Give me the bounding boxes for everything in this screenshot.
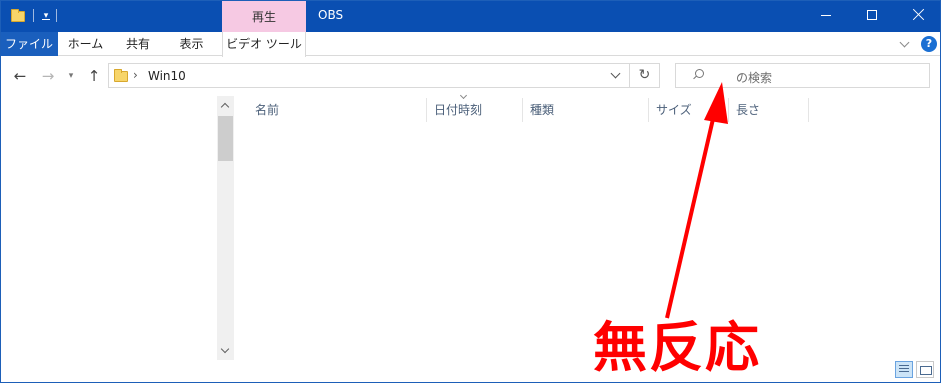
maximize-icon (867, 10, 877, 20)
navigation-scrollbar[interactable] (217, 96, 234, 360)
column-header-size[interactable]: サイズ (648, 96, 728, 124)
column-header-name[interactable]: 名前 (247, 96, 427, 124)
details-view-icon[interactable] (895, 361, 913, 378)
close-icon (912, 8, 926, 22)
close-button[interactable] (895, 0, 941, 32)
column-header-length[interactable]: 長さ (728, 96, 808, 124)
quick-access-separator (56, 9, 57, 22)
navigation-pane[interactable] (0, 96, 235, 360)
breadcrumb-separator[interactable]: › (133, 68, 138, 82)
address-bar[interactable]: › Win10 (108, 63, 630, 88)
quick-access-folder[interactable] (11, 6, 25, 26)
quick-access-separator (33, 9, 34, 22)
expand-ribbon-chevron-down-icon[interactable] (899, 38, 911, 50)
up-arrow-icon[interactable]: ↑ (82, 63, 106, 89)
search-icon (692, 69, 704, 83)
tab-home[interactable]: ホーム (58, 32, 113, 56)
column-header-date[interactable]: 日付時刻 (426, 96, 522, 124)
title-bar (0, 0, 941, 32)
breadcrumb-item[interactable]: Win10 (148, 69, 186, 83)
column-header-type[interactable]: 種類 (522, 96, 648, 124)
address-dropdown-icon[interactable] (609, 67, 623, 83)
recent-locations-chevron-down-icon[interactable]: ▾ (62, 63, 80, 89)
scrollbar-thumb[interactable] (218, 116, 233, 161)
folder-icon (11, 8, 25, 22)
tiles-view-icon[interactable] (916, 361, 934, 378)
column-divider[interactable] (808, 98, 809, 122)
search-placeholder: の検索 (736, 71, 773, 85)
scroll-up-icon[interactable] (217, 98, 234, 112)
tab-view[interactable]: 表示 (163, 32, 220, 56)
help-icon[interactable]: ? (921, 36, 937, 52)
refresh-icon[interactable]: ↻ (630, 63, 660, 88)
forward-arrow-icon[interactable]: → (36, 63, 60, 89)
tab-video-tools[interactable]: ビデオ ツール (222, 32, 306, 57)
sort-indicator-icon (460, 95, 468, 101)
minimize-icon (821, 15, 831, 16)
back-arrow-icon[interactable]: ← (8, 63, 32, 89)
folder-icon (114, 69, 128, 82)
annotation-text: 無反応 (593, 315, 761, 379)
context-tab-play: 再生 (222, 0, 306, 32)
tab-file[interactable]: ファイル (0, 32, 58, 56)
annotation-arrow-shaft (665, 105, 718, 319)
scroll-down-icon[interactable] (217, 344, 234, 358)
maximize-button[interactable] (849, 0, 895, 32)
quick-access-dropdown-icon[interactable]: ▾ (40, 10, 52, 22)
window-title: OBS (318, 8, 344, 22)
minimize-button[interactable] (803, 0, 849, 32)
tab-share[interactable]: 共有 (113, 32, 163, 56)
search-input[interactable]: の検索 (675, 63, 930, 88)
